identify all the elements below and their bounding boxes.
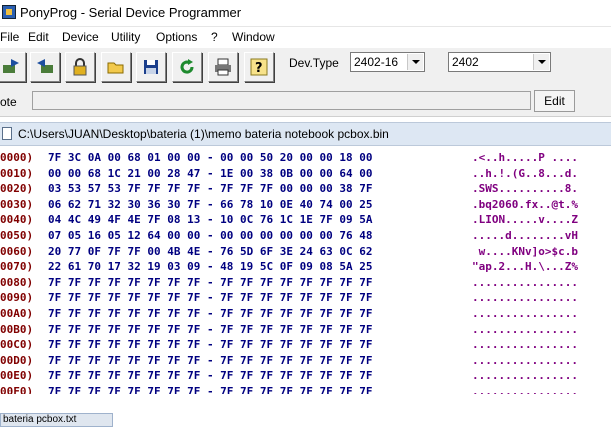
- devtype-label: Dev.Type: [289, 56, 339, 70]
- device-family-value: 2402-16: [354, 55, 399, 69]
- menu-edit[interactable]: Edit: [28, 30, 49, 44]
- menu-utility[interactable]: Utility: [111, 30, 140, 44]
- hex-row-address: 00D0): [0, 353, 34, 367]
- hex-row-bytes[interactable]: 7F 7F 7F 7F 7F 7F 7F 7F - 7F 7F 7F 7F 7F…: [48, 322, 373, 338]
- hex-row-address: 00C0): [0, 338, 34, 352]
- hex-row-ascii[interactable]: ................: [472, 337, 578, 353]
- menu-file[interactable]: File: [0, 30, 19, 44]
- svg-text:?: ?: [255, 61, 263, 76]
- reload-icon: [180, 59, 194, 74]
- taskbar: bateria pcbox.txt: [0, 412, 611, 427]
- hex-row-bytes[interactable]: 00 00 68 1C 21 00 28 47 - 1E 00 38 0B 00…: [48, 166, 373, 182]
- hex-row-address: 0000): [0, 151, 34, 164]
- taskbar-item[interactable]: bateria pcbox.txt: [0, 413, 113, 427]
- hex-row-bytes[interactable]: 07 05 16 05 12 64 00 00 - 00 00 00 00 00…: [48, 228, 373, 244]
- write-device-button[interactable]: [30, 52, 60, 82]
- hex-row-ascii[interactable]: .SWS..........8.: [472, 181, 578, 197]
- chevron-down-icon[interactable]: [407, 54, 423, 70]
- save-file-button[interactable]: [136, 52, 166, 82]
- read-device-icon: [3, 59, 19, 73]
- hex-row-ascii[interactable]: .LION.....v....Z: [472, 212, 578, 228]
- hex-row-address: 00B0): [0, 322, 34, 336]
- hex-row-address: 00F0): [0, 385, 34, 394]
- document-title-bar[interactable]: C:\Users\JUAN\Desktop\bateria (1)\memo b…: [0, 122, 611, 146]
- device-type-value: 2402: [452, 55, 479, 69]
- hex-row-ascii[interactable]: ..h.!.(G..8...d.: [472, 166, 578, 182]
- hex-row-address: 0050): [0, 229, 34, 242]
- hex-row-ascii[interactable]: ................: [472, 384, 578, 394]
- hex-row-bytes[interactable]: 06 62 71 32 30 36 30 7F - 66 78 10 0E 40…: [48, 197, 373, 213]
- hex-row-bytes[interactable]: 7F 7F 7F 7F 7F 7F 7F 7F - 7F 7F 7F 7F 7F…: [48, 368, 373, 384]
- hex-row-bytes[interactable]: 22 61 70 17 32 19 03 09 - 48 19 5C 0F 09…: [48, 259, 373, 275]
- hex-row-address: 00A0): [0, 307, 34, 320]
- device-type-select[interactable]: 2402: [448, 52, 551, 72]
- help-icon: ?: [250, 58, 268, 76]
- hex-row-address: 0010): [0, 166, 34, 180]
- device-family-select[interactable]: 2402-16: [350, 52, 425, 72]
- hex-row-bytes[interactable]: 7F 7F 7F 7F 7F 7F 7F 7F - 7F 7F 7F 7F 7F…: [48, 353, 373, 369]
- hex-row-address: 0030): [0, 197, 34, 211]
- menu-window[interactable]: Window: [232, 30, 275, 44]
- hex-row-ascii[interactable]: .....d........vH: [472, 228, 578, 244]
- hex-row-ascii[interactable]: ................: [472, 306, 578, 322]
- hex-row-ascii[interactable]: "ap.2...H.\...Z%: [472, 259, 578, 275]
- title-bar: PonyProg - Serial Device Programmer: [0, 0, 611, 27]
- hex-row-address: 0020): [0, 182, 34, 196]
- hex-row-ascii[interactable]: ................: [472, 368, 578, 384]
- hex-row-ascii[interactable]: w....KNv]o>$c.b: [472, 244, 578, 260]
- hex-row-address: 0080): [0, 275, 34, 289]
- open-file-button[interactable]: [101, 52, 131, 82]
- write-device-icon: [37, 59, 53, 73]
- reload-button[interactable]: [172, 52, 202, 82]
- hex-editor[interactable]: 0000) 7F 3C 0A 00 68 01 00 00 - 00 00 50 …: [0, 146, 611, 394]
- print-button[interactable]: [208, 52, 238, 82]
- window-title: PonyProg - Serial Device Programmer: [20, 5, 242, 20]
- edit-note-button[interactable]: Edit: [534, 90, 575, 112]
- hex-row-ascii[interactable]: ................: [472, 322, 578, 338]
- hex-row-bytes[interactable]: 04 4C 49 4F 4E 7F 08 13 - 10 0C 76 1C 1E…: [48, 212, 373, 228]
- hex-row-ascii[interactable]: ................: [472, 290, 578, 306]
- menu-options[interactable]: Options: [156, 30, 197, 44]
- menu-help[interactable]: ?: [211, 30, 218, 44]
- hex-row-address: 0070): [0, 260, 34, 274]
- hex-row-ascii[interactable]: .<..h.....P ....: [472, 150, 578, 166]
- hex-row-bytes[interactable]: 7F 7F 7F 7F 7F 7F 7F 7F - 7F 7F 7F 7F 7F…: [48, 275, 373, 291]
- note-label: ote: [0, 95, 17, 109]
- hex-row-bytes[interactable]: 03 53 57 53 7F 7F 7F 7F - 7F 7F 7F 00 00…: [48, 181, 373, 197]
- hex-row-bytes[interactable]: 20 77 0F 7F 7F 00 4B 4E - 76 5D 6F 3E 24…: [48, 244, 373, 260]
- document-icon: [2, 127, 12, 140]
- save-file-icon: [144, 60, 158, 74]
- print-icon: [215, 58, 231, 76]
- hex-row-address: 0060): [0, 244, 34, 258]
- hex-row-address: 00E0): [0, 369, 34, 383]
- hex-row-bytes[interactable]: 7F 3C 0A 00 68 01 00 00 - 00 00 50 20 00…: [48, 150, 373, 166]
- hex-row-ascii[interactable]: ................: [472, 353, 578, 369]
- open-file-icon: [107, 62, 124, 74]
- hex-row-bytes[interactable]: 7F 7F 7F 7F 7F 7F 7F 7F - 7F 7F 7F 7F 7F…: [48, 384, 373, 394]
- hex-row-bytes[interactable]: 7F 7F 7F 7F 7F 7F 7F 7F - 7F 7F 7F 7F 7F…: [48, 290, 373, 306]
- menu-device[interactable]: Device: [62, 30, 99, 44]
- ponyprog-app-icon[interactable]: [2, 5, 16, 19]
- hex-row-ascii[interactable]: .bq2060.fx..@t.%: [472, 197, 578, 213]
- document-path: C:\Users\JUAN\Desktop\bateria (1)\memo b…: [18, 127, 389, 141]
- lock-bits-icon: [73, 58, 87, 76]
- read-device-button[interactable]: [0, 52, 26, 82]
- lock-bits-button[interactable]: [65, 52, 95, 82]
- menu-bar: File Edit Device Utility Options ? Windo…: [0, 27, 611, 47]
- chevron-down-icon[interactable]: [533, 54, 549, 70]
- hex-row-address: 0090): [0, 291, 34, 305]
- hex-row-bytes[interactable]: 7F 7F 7F 7F 7F 7F 7F 7F - 7F 7F 7F 7F 7F…: [48, 306, 373, 322]
- note-input[interactable]: [32, 91, 531, 110]
- hex-row-bytes[interactable]: 7F 7F 7F 7F 7F 7F 7F 7F - 7F 7F 7F 7F 7F…: [48, 337, 373, 353]
- hex-row-address: 0040): [0, 213, 34, 227]
- hex-row-ascii[interactable]: ................: [472, 275, 578, 291]
- help-button[interactable]: ?: [244, 52, 274, 82]
